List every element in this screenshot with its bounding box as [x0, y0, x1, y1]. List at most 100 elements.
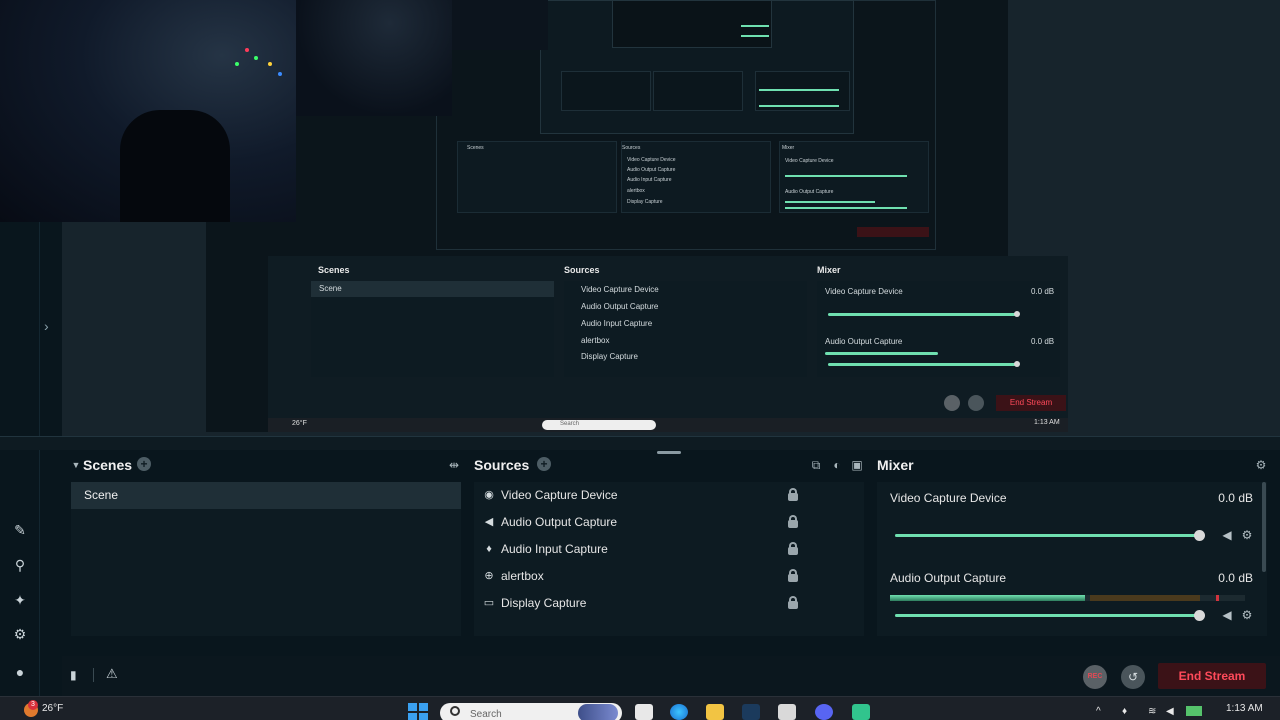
file-explorer-icon[interactable] — [706, 704, 724, 720]
mid-source-item: alertbox — [581, 336, 610, 345]
sources-title: Sources — [474, 457, 530, 473]
source-row[interactable]: ◀ Audio Output Capture — [474, 509, 864, 536]
store-icon[interactable] — [778, 704, 796, 720]
mixer-panel: Video Capture Device 0.0 dB ◀ ⚙ Audio Ou… — [877, 482, 1267, 636]
mid-taskbar: 26°F Search 1:13 AM — [268, 418, 1068, 432]
streamlabs-icon[interactable] — [852, 704, 870, 720]
highlighter-icon[interactable]: ✦ — [10, 590, 30, 610]
volume-slider[interactable] — [895, 610, 1205, 621]
clock-time[interactable]: 1:13 AM — [1226, 703, 1263, 714]
mixer-track-name: Video Capture Device — [890, 491, 1007, 505]
source-row[interactable]: ◉ Video Capture Device — [474, 482, 864, 509]
mid-source-item: Display Capture — [581, 352, 638, 361]
mixer-track-name: Audio Output Capture — [890, 571, 1007, 585]
webcam-feed-nested — [296, 0, 452, 116]
chevron-down-icon[interactable]: ▼ — [68, 457, 84, 473]
weather-temp[interactable]: 26°F — [42, 703, 63, 714]
chevron-up-icon[interactable]: ^ — [1096, 706, 1101, 717]
scenes-title: Scenes — [83, 457, 133, 473]
search-icon — [450, 706, 460, 716]
source-row[interactable]: ⊕ alertbox — [474, 563, 864, 590]
plus-icon: + — [137, 457, 151, 471]
performance-icon[interactable]: ▮ — [70, 668, 84, 682]
add-scene-button[interactable]: + — [137, 457, 153, 473]
plus-icon: + — [537, 457, 551, 471]
mixer-track-db: 0.0 dB — [1218, 571, 1253, 585]
add-group-icon[interactable]: ⧉ — [808, 457, 824, 473]
source-label: Audio Input Capture — [501, 542, 608, 556]
webcam-feed-nested-2 — [452, 0, 548, 50]
mid-mixer-db: 0.0 dB — [1031, 337, 1055, 346]
mixer-title: Mixer — [877, 457, 914, 473]
source-row[interactable]: ♦ Audio Input Capture — [474, 536, 864, 563]
edge-icon[interactable] — [670, 704, 688, 720]
mixer-scrollbar[interactable] — [1262, 482, 1266, 572]
source-label: alertbox — [501, 569, 544, 583]
volume-slider-knob[interactable] — [1194, 610, 1205, 621]
taskbar-search[interactable]: Search — [440, 703, 622, 720]
mid-mixer-db: 0.0 dB — [1031, 287, 1055, 296]
mid-time: 1:13 AM — [1034, 419, 1060, 426]
volume-slider-knob[interactable] — [1194, 530, 1205, 541]
volume-slider[interactable] — [895, 530, 1205, 541]
lock-icon[interactable] — [788, 488, 798, 502]
lock-icon[interactable] — [788, 569, 798, 583]
microphone-icon[interactable]: ♦ — [1122, 706, 1127, 717]
audio-level-meter — [890, 595, 1245, 601]
source-label: Video Capture Device — [501, 488, 618, 502]
chevron-right-icon[interactable]: › — [44, 318, 49, 334]
mute-icon[interactable]: ◀ — [1220, 608, 1234, 622]
mixer-track-db: 0.0 dB — [1218, 491, 1253, 505]
resize-handle[interactable] — [657, 451, 681, 454]
settings-icon[interactable]: ⚙ — [10, 624, 30, 644]
end-stream-button[interactable]: End Stream — [1158, 663, 1266, 689]
webcam-icon: ◉ — [484, 489, 494, 501]
lock-icon[interactable] — [788, 542, 798, 556]
add-source-button[interactable]: + — [537, 457, 553, 473]
scene-item[interactable]: Scene — [71, 482, 461, 509]
alert-icon[interactable]: ⚠ — [106, 666, 122, 682]
add-folder-icon[interactable]: ▣ — [849, 457, 865, 473]
mid-weather: 26°F — [292, 420, 307, 427]
nested-preview-3 — [612, 0, 772, 48]
webcam-feed — [0, 0, 296, 222]
speaker-icon: ◀ — [484, 516, 494, 528]
scene-transitions-icon[interactable]: ⇹ — [446, 457, 462, 473]
discord-icon[interactable] — [815, 704, 833, 720]
windows-start-icon[interactable] — [408, 703, 428, 720]
mid-source-item: Audio Input Capture — [581, 319, 653, 328]
search-highlight-art — [578, 704, 618, 720]
mid-mixer-title: Mixer — [817, 265, 841, 275]
steam-icon[interactable] — [742, 704, 760, 720]
sources-list: ◉ Video Capture Device ◀ Audio Output Ca… — [474, 482, 864, 636]
hide-sources-icon[interactable]: ◐ — [829, 457, 845, 473]
editor-divider — [0, 436, 1280, 450]
mid-mixer-name: Video Capture Device — [825, 287, 903, 296]
gear-icon[interactable]: ⚙ — [1240, 608, 1254, 622]
lock-icon[interactable] — [788, 515, 798, 529]
monitor-icon: ▭ — [483, 597, 495, 609]
mid-source-item: Audio Output Capture — [581, 302, 659, 311]
account-icon[interactable]: ● — [10, 662, 30, 682]
battery-icon[interactable] — [1186, 706, 1202, 716]
mute-icon[interactable]: ◀ — [1220, 528, 1234, 542]
replay-buffer-button[interactable]: ↺ — [1121, 665, 1145, 689]
gear-icon[interactable]: ⚙ — [1240, 528, 1254, 542]
volume-icon[interactable]: ◀ — [1166, 706, 1174, 717]
mid-source-item: Video Capture Device — [581, 285, 659, 294]
notification-badge: 3 — [28, 700, 38, 710]
mid-sources-title: Sources — [564, 265, 600, 275]
themes-icon[interactable]: ✎ — [10, 520, 30, 540]
record-button[interactable]: REC — [1083, 665, 1107, 689]
mid-scenes-title: Scenes — [318, 265, 350, 275]
gear-icon[interactable]: ⚙ — [1253, 457, 1269, 473]
task-view-icon[interactable] — [635, 704, 653, 720]
mid-end-stream: End Stream — [996, 395, 1066, 411]
globe-icon: ⊕ — [484, 570, 494, 582]
app-store-icon[interactable]: ⚲ — [10, 555, 30, 575]
source-row[interactable]: ▭ Display Capture — [474, 590, 864, 617]
microphone-icon: ♦ — [486, 543, 492, 555]
wifi-icon[interactable]: ≋ — [1148, 706, 1156, 717]
lock-icon[interactable] — [788, 596, 798, 610]
mid-mixer-name: Audio Output Capture — [825, 337, 903, 346]
